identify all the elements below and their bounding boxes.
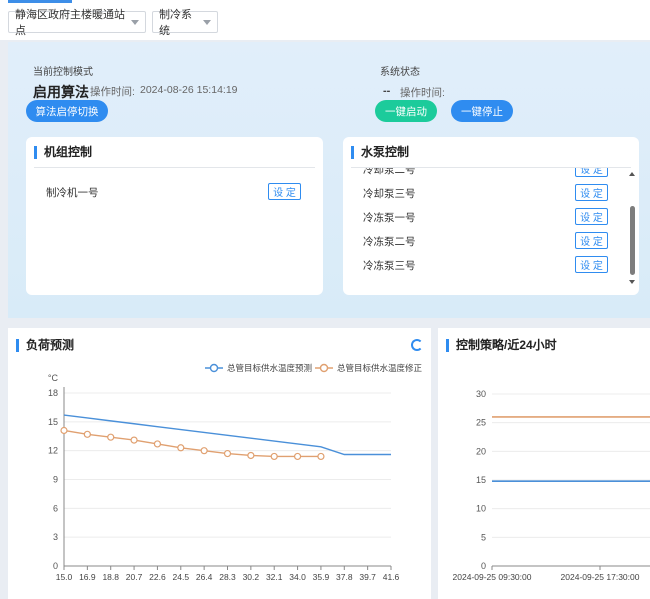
set-button[interactable]: 设 定 bbox=[575, 168, 608, 177]
y-tick-label: 12 bbox=[48, 446, 58, 456]
chevron-down-icon bbox=[203, 19, 211, 25]
data-point bbox=[317, 452, 325, 461]
legend-marker bbox=[319, 363, 329, 373]
unit-control-card: 机组控制 制冷机一号 设 定 bbox=[26, 137, 323, 295]
status-value: -- bbox=[383, 85, 391, 97]
data-point bbox=[60, 426, 68, 435]
pump-card-title: 水泵控制 bbox=[351, 146, 409, 159]
x-tick-label: 22.6 bbox=[149, 572, 166, 582]
control-strategy-chart: 0 5 10 15 20 25 30 2024-09-25 09:30:00 2024-09-2… bbox=[453, 389, 650, 582]
pump-list[interactable]: 冷却泵二号 设 定 冷却泵三号 设 定 冷冻泵一号 设 定 冷冻泵二号 设 定 … bbox=[343, 168, 623, 286]
mode-label: 当前控制模式 bbox=[33, 67, 93, 78]
set-button[interactable]: 设 定 bbox=[575, 256, 608, 273]
chevron-down-icon bbox=[131, 19, 139, 25]
x-tick-label: 20.7 bbox=[126, 572, 143, 582]
list-item-label: 冷冻泵一号 bbox=[363, 212, 416, 224]
y-tick-label: 15 bbox=[476, 475, 486, 485]
list-item-label: 冷却泵三号 bbox=[363, 188, 416, 200]
one-key-start-button[interactable]: 一键启动 bbox=[375, 100, 437, 122]
load-forecast-panel: 负荷预测 0 3 6 9 12 15 18 °C 15.0 16.9 18.8 20.7 22.6 24.… bbox=[8, 328, 431, 599]
mode-value: 启用算法 bbox=[33, 84, 89, 100]
scroll-up-arrow-icon[interactable] bbox=[629, 172, 635, 176]
x-tick-label: 15.0 bbox=[56, 572, 73, 582]
set-button[interactable]: 设 定 bbox=[575, 232, 608, 249]
data-point bbox=[83, 430, 91, 438]
y-tick-label: 0 bbox=[481, 561, 486, 571]
divider bbox=[34, 167, 315, 168]
y-tick-label: 30 bbox=[476, 389, 486, 399]
legend-label: 总管目标供水温度修正 bbox=[337, 363, 423, 373]
data-point bbox=[177, 444, 185, 452]
top-bar: 静海区政府主楼暖通站点 制冷系统 bbox=[0, 0, 650, 40]
system-select[interactable]: 制冷系统 bbox=[152, 9, 218, 37]
data-point bbox=[293, 452, 302, 461]
x-tick-label: 2024-09-25 09:30:00 bbox=[453, 572, 532, 582]
data-point bbox=[200, 447, 208, 455]
y-tick-label: 6 bbox=[53, 503, 58, 513]
status-label: 系统状态 bbox=[380, 67, 420, 78]
list-item-label: 冷冻泵二号 bbox=[363, 236, 416, 248]
series-line bbox=[63, 429, 321, 458]
x-tick-label: 18.8 bbox=[102, 572, 119, 582]
x-tick-label: 26.4 bbox=[196, 572, 213, 582]
x-tick-label: 28.3 bbox=[219, 572, 236, 582]
x-tick-label: 30.2 bbox=[243, 572, 260, 582]
set-button[interactable]: 设 定 bbox=[575, 184, 608, 201]
y-tick-label: 20 bbox=[476, 446, 486, 456]
y-tick-label: 10 bbox=[476, 504, 486, 514]
x-tick-label: 41.6 bbox=[383, 572, 400, 582]
x-tick-label: 37.8 bbox=[336, 572, 353, 582]
unit-card-title: 机组控制 bbox=[34, 146, 92, 159]
status-time-label: 操作时间: bbox=[400, 87, 445, 99]
x-tick-label: 35.9 bbox=[313, 572, 330, 582]
y-axis-label: °C bbox=[48, 373, 59, 383]
y-tick-label: 25 bbox=[476, 418, 486, 428]
data-point bbox=[107, 433, 115, 441]
set-button[interactable]: 设 定 bbox=[575, 208, 608, 225]
y-tick-label: 15 bbox=[48, 417, 58, 427]
x-tick-label: 32.1 bbox=[266, 572, 283, 582]
legend-label: 总管目标供水温度预测 bbox=[227, 363, 312, 373]
active-tab-indicator bbox=[8, 0, 72, 3]
station-select[interactable]: 静海区政府主楼暖通站点 bbox=[8, 9, 146, 37]
x-tick-label: 24.5 bbox=[173, 572, 190, 582]
load-forecast-chart: 0 3 6 9 12 15 18 °C 15.0 16.9 18.8 20.7 22.6 24.5 26.4… bbox=[48, 363, 423, 582]
y-tick-label: 0 bbox=[53, 561, 58, 571]
op-time-label: 操作时间: bbox=[90, 86, 135, 98]
station-select-value: 静海区政府主楼暖通站点 bbox=[15, 9, 125, 37]
list-item-label: 冷冻泵三号 bbox=[363, 260, 416, 272]
x-tick-label: 39.7 bbox=[359, 572, 376, 582]
scrollbar-thumb[interactable] bbox=[630, 206, 635, 275]
algorithm-toggle-button[interactable]: 算法启停切换 bbox=[26, 100, 108, 122]
control-region: 当前控制模式 启用算法 操作时间: 2024-08-26 15:14:19 算法… bbox=[8, 42, 650, 318]
x-tick-label: 34.0 bbox=[289, 572, 306, 582]
pump-control-card: 水泵控制 冷却泵二号 设 定 冷却泵三号 设 定 冷冻泵一号 设 定 冷冻泵二号… bbox=[343, 137, 639, 295]
y-tick-label: 9 bbox=[53, 475, 58, 485]
data-point bbox=[130, 436, 138, 444]
scrollbar[interactable] bbox=[627, 168, 637, 286]
list-item-label: 冷却泵二号 bbox=[363, 168, 416, 176]
y-tick-label: 3 bbox=[53, 532, 58, 542]
data-point bbox=[247, 451, 255, 460]
list-item-label: 制冷机一号 bbox=[46, 187, 99, 199]
scroll-down-arrow-icon[interactable] bbox=[629, 280, 635, 284]
y-tick-label: 5 bbox=[481, 532, 486, 542]
x-tick-label: 2024-09-25 17:30:00 bbox=[561, 572, 640, 582]
system-select-value: 制冷系统 bbox=[159, 9, 192, 37]
data-point bbox=[153, 440, 162, 448]
one-key-stop-button[interactable]: 一键停止 bbox=[451, 100, 513, 122]
y-tick-label: 18 bbox=[48, 388, 58, 398]
control-strategy-panel: 控制策略/近24小时 0 5 10 15 20 25 30 2024-09-25 09:30:… bbox=[438, 328, 650, 599]
data-point bbox=[223, 449, 232, 458]
set-button[interactable]: 设 定 bbox=[268, 183, 301, 200]
x-tick-label: 16.9 bbox=[79, 572, 96, 582]
data-point bbox=[270, 452, 278, 461]
legend-marker bbox=[209, 363, 219, 373]
op-time-value: 2024-08-26 15:14:19 bbox=[140, 84, 238, 96]
